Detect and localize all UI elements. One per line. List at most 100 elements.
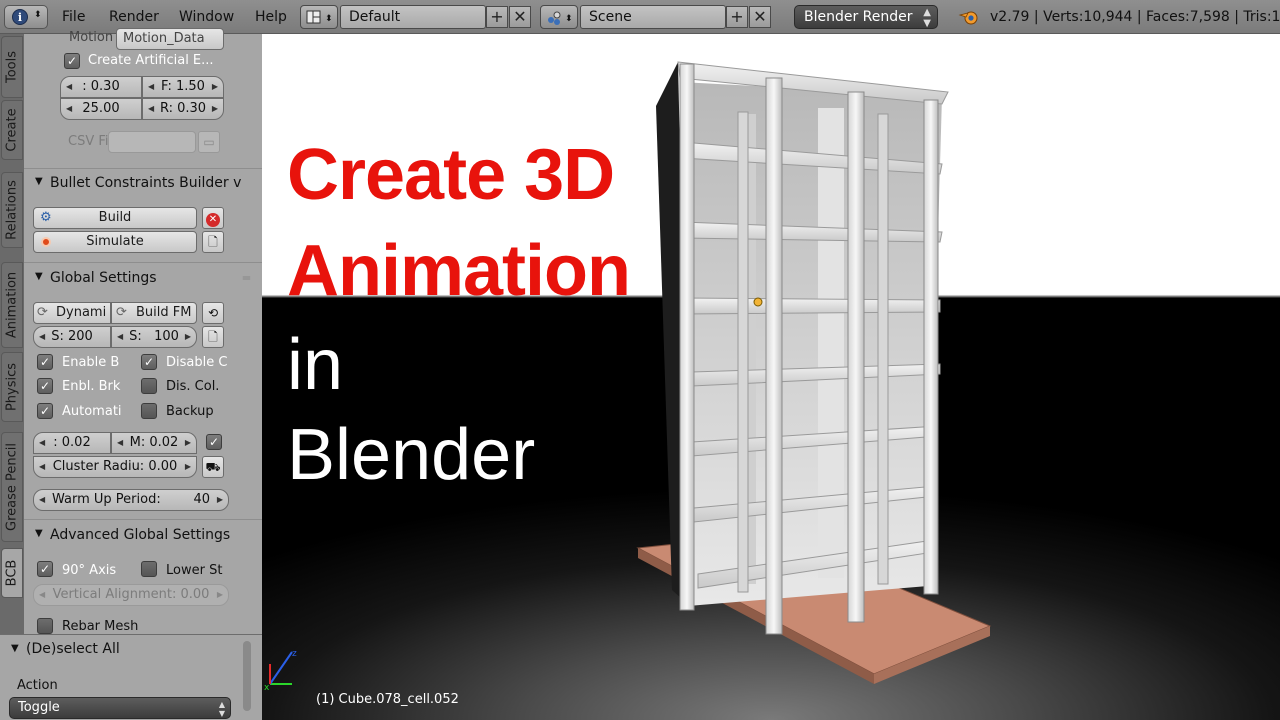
advanced-settings-title: Advanced Global Settings [50,527,231,543]
enable-b-label: Enable B [62,355,120,370]
svg-text:z: z [292,649,297,659]
updown-arrows-icon: ⬍ [34,10,42,20]
backup-label: Backup [166,404,214,419]
separator [24,262,262,263]
svg-text:⬍: ⬍ [325,14,333,24]
menu-window[interactable]: Window [179,9,234,25]
disable-c-checkbox[interactable]: ✓ [141,354,157,370]
clear-icon[interactable]: ✕ [202,207,224,229]
tab-bcb[interactable]: BCB [1,548,23,598]
disable-c-label: Disable C [166,355,228,370]
option-checkbox[interactable]: ✓ [206,434,222,450]
add-scene-button[interactable]: + [726,6,748,28]
menu-render[interactable]: Render [109,9,159,25]
cycle-icon: ⟳ [116,305,127,320]
delete-screen-button[interactable]: ✕ [509,6,531,28]
build-button[interactable]: ⚙ Build [33,207,197,229]
scene-selector[interactable]: ⬍ [540,5,578,29]
axis-90-checkbox[interactable]: ✓ [37,561,53,577]
time-scale-field[interactable]: ◀: 0.02 [33,432,111,454]
lower-st-checkbox[interactable] [141,561,157,577]
svg-text:x: x [264,683,270,693]
dynamic-toggle[interactable]: ⟳ Dynami [33,302,111,324]
editor-type-button[interactable]: i ⬍ [4,5,48,29]
updown-arrows-icon: ▲ ▼ [218,700,225,718]
drag-handle-icon[interactable]: ═ [243,271,250,285]
cluster-radius-field[interactable]: ◀ Cluster Radiu: 0.00 ▶ [33,456,197,478]
create-artificial-checkbox[interactable]: ✓ [64,53,80,69]
delete-scene-button[interactable]: ✕ [749,6,771,28]
3d-viewport[interactable]: z x Create 3D Animation in Blender (1) C… [262,34,1280,720]
tab-physics[interactable]: Physics [1,352,23,422]
action-value: Toggle [18,700,60,715]
new-file-icon[interactable]: 🗋 [202,326,224,348]
origin-marker [753,297,763,307]
global-settings-header[interactable]: ▼ Global Settings ═ [24,266,262,292]
field-friction[interactable]: ◀: 0.30 [60,76,142,98]
m-field[interactable]: ◀ M: 0.02 ▶ [111,432,197,454]
lower-st-label: Lower St [166,563,223,578]
separator [24,519,262,520]
operator-panel: ▼ (De)select All Action Toggle ▲ ▼ [0,634,262,720]
title-line-4: Blender [287,415,536,495]
enbl-brk-checkbox[interactable]: ✓ [37,378,53,394]
field-f[interactable]: ◀ F: 1.50 ▶ [142,76,224,98]
dis-col-checkbox[interactable] [141,378,157,394]
record-icon [41,237,51,247]
updown-arrows-icon: ▲ ▼ [923,7,931,29]
motion-label: Motion [69,30,114,45]
folder-icon[interactable]: ▭ [198,131,220,153]
tab-tools[interactable]: Tools [1,36,23,98]
action-label: Action [17,678,58,693]
cycle-icon: ⟳ [37,305,48,320]
menu-file[interactable]: File [62,9,85,25]
title-line-1: Create 3D [287,135,615,215]
collapse-triangle-icon[interactable]: ▼ [11,643,19,654]
dis-col-label: Dis. Col. [166,379,220,394]
backup-checkbox[interactable] [141,403,157,419]
steps-field[interactable]: ◀ S: 200 [33,326,111,348]
tab-create[interactable]: Create [1,100,23,160]
simulate-button[interactable]: Simulate [33,231,197,253]
tab-relations[interactable]: Relations [1,172,23,248]
refresh-icon[interactable]: ⟲ [202,302,224,324]
tab-grease-pencil[interactable]: Grease Pencil [1,432,23,542]
build-fm-toggle[interactable]: ⟳ Build FM [111,302,197,324]
scene-field[interactable]: Scene [580,5,726,29]
tool-panel: Motion Motion_Data ✓ Create Artificial E… [24,28,274,634]
tab-animation[interactable]: Animation [1,262,23,348]
automati-checkbox[interactable]: ✓ [37,403,53,419]
new-file-icon[interactable]: 🗋 [202,231,224,253]
collapse-triangle-icon: ▼ [35,528,43,539]
blender-logo-icon [958,11,978,25]
collapse-triangle-icon: ▼ [35,271,43,282]
vehicle-icon[interactable]: ⛟ [202,456,224,478]
field-r[interactable]: ◀ R: 0.30 ▶ [142,98,224,120]
vertical-alignment-field[interactable]: ◀ Vertical Alignment: 0.00 ▶ [33,584,229,606]
warm-up-period-field[interactable]: ◀ Warm Up Period: 40 ▶ [33,489,229,511]
advanced-settings-header[interactable]: ▼ Advanced Global Settings [24,523,262,549]
operator-scrollbar[interactable] [243,641,251,711]
add-screen-button[interactable]: + [486,6,508,28]
action-select[interactable]: Toggle ▲ ▼ [9,697,231,719]
enable-b-checkbox[interactable]: ✓ [37,354,53,370]
title-line-3: in [287,325,344,405]
active-object-label: (1) Cube.078_cell.052 [316,692,459,707]
menu-help[interactable]: Help [255,9,287,25]
screen-layout-selector[interactable]: ⬍ [300,5,338,29]
title-line-2: Animation [287,231,631,311]
collapse-triangle-icon: ▼ [35,176,43,187]
separator [24,168,262,169]
info-icon: i [12,9,28,25]
tool-tabs: Tools Create Relations Animation Physics… [0,34,24,634]
render-engine-select[interactable]: Blender Render ▲ ▼ [794,5,938,29]
substeps-field[interactable]: ◀ S: 100 ▶ [111,326,197,348]
bcb-section-title: Bullet Constraints Builder v [50,175,242,191]
motion-field[interactable]: Motion_Data [116,28,224,50]
screen-layout-field[interactable]: Default [340,5,486,29]
bcb-section-header[interactable]: ▼ Bullet Constraints Builder v [24,171,262,197]
axis-gizmo: z x [264,649,297,693]
field-25[interactable]: ◀ 25.00 [60,98,142,120]
rebar-mesh-checkbox[interactable] [37,618,53,634]
csv-field[interactable] [108,131,196,153]
